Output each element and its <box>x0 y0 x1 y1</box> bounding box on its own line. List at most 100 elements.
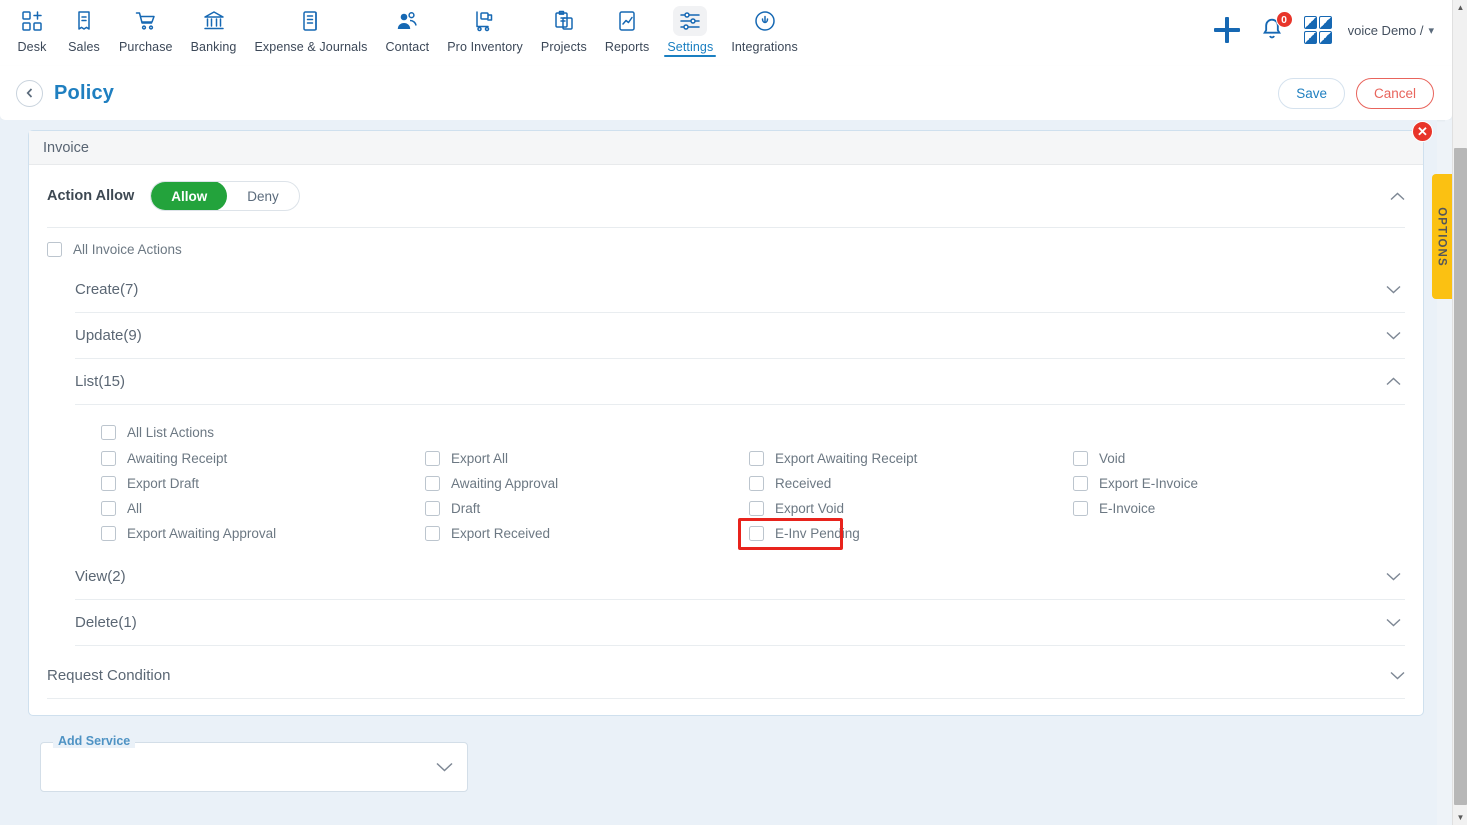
checkbox-item[interactable]: Export Void <box>723 501 1047 516</box>
all-list-actions-row[interactable]: All List Actions <box>75 419 1405 446</box>
checkbox-item[interactable]: Export Draft <box>75 476 399 491</box>
allow-deny-toggle[interactable]: Allow Deny <box>150 181 300 211</box>
save-button[interactable]: Save <box>1278 77 1345 109</box>
all-invoice-actions-row[interactable]: All Invoice Actions <box>29 228 1423 267</box>
action-checkbox[interactable] <box>101 526 116 541</box>
nav-item-projects[interactable]: Projects <box>532 0 596 54</box>
action-checkbox[interactable] <box>749 476 764 491</box>
chevron-down-icon[interactable] <box>1390 668 1405 683</box>
nav-item-purchase[interactable]: Purchase <box>110 0 182 54</box>
checkbox-item[interactable]: Export E-Invoice <box>1047 476 1371 491</box>
action-checkbox[interactable] <box>101 451 116 466</box>
nav-item-integrations[interactable]: Integrations <box>722 0 807 54</box>
receipt-icon <box>67 6 101 36</box>
request-condition-section: Request Condition <box>29 646 1423 699</box>
scrollbar-thumb[interactable] <box>1454 148 1467 805</box>
nav-item-label: Banking <box>190 40 237 54</box>
sidebar-item-request-condition[interactable]: Request Condition <box>47 652 1405 699</box>
section-header-create[interactable]: Create(7) <box>75 267 1405 313</box>
plug-power-icon <box>748 6 782 36</box>
chevron-down-icon[interactable] <box>436 759 453 775</box>
back-chevron-icon[interactable] <box>16 79 43 107</box>
top-navigation-bar: Desk Sales Purchase Banking Expense & Journa… <box>0 0 1452 66</box>
checkbox-item[interactable]: Void <box>1047 451 1371 466</box>
action-label: Export Received <box>451 526 551 541</box>
options-tab-label: OPTIONS <box>1436 206 1448 267</box>
checkbox-item[interactable]: Export Awaiting Approval <box>75 526 399 541</box>
nav-item-label: Settings <box>667 40 714 54</box>
add-service-label: Add Service <box>53 734 136 748</box>
account-menu[interactable]: voice Demo / ▾ <box>1348 23 1434 38</box>
section-header-update[interactable]: Update(9) <box>75 313 1405 359</box>
action-checkbox[interactable] <box>1073 501 1088 516</box>
checkbox-item[interactable]: E-Inv Pending <box>723 518 1047 550</box>
chevron-down-icon[interactable] <box>1386 569 1405 584</box>
add-service-select[interactable]: Add Service <box>40 734 468 792</box>
sliders-icon <box>673 6 708 36</box>
nav-item-reports[interactable]: Reports <box>596 0 658 54</box>
options-side-tab[interactable]: OPTIONS <box>1432 174 1452 299</box>
shopping-cart-icon <box>129 6 163 36</box>
deny-option[interactable]: Deny <box>227 182 299 210</box>
vertical-scrollbar[interactable]: ▲ ▼ <box>1452 0 1467 825</box>
action-label: Export Draft <box>127 476 200 491</box>
action-checkbox[interactable] <box>1073 476 1088 491</box>
grid-apps-icon[interactable] <box>1303 16 1332 44</box>
chevron-up-icon[interactable] <box>1386 374 1405 389</box>
list-actions-row: Awaiting Receipt Export All Export Awaitin… <box>75 446 1405 471</box>
section-header-list[interactable]: List(15) <box>75 359 1405 405</box>
chevron-down-icon[interactable] <box>1386 615 1405 630</box>
nav-item-sales[interactable]: Sales <box>58 0 110 54</box>
scroll-up-arrow-icon[interactable]: ▲ <box>1453 0 1467 15</box>
checkbox-item[interactable]: Awaiting Approval <box>399 476 723 491</box>
nav-item-label: Desk <box>17 40 47 54</box>
nav-item-pro-inventory[interactable]: Pro Inventory <box>438 0 532 54</box>
report-chart-icon <box>610 6 644 36</box>
section-title: Delete(1) <box>75 614 137 631</box>
action-checkbox[interactable] <box>749 501 764 516</box>
action-checkbox[interactable] <box>101 501 116 516</box>
nav-item-expense-journals[interactable]: Expense & Journals <box>245 0 376 54</box>
section-header-view[interactable]: View(2) <box>75 554 1405 600</box>
chevron-down-icon[interactable] <box>1386 328 1405 343</box>
chevron-up-icon[interactable] <box>1390 189 1409 204</box>
action-label: Received <box>775 476 832 491</box>
nav-item-desk[interactable]: Desk <box>6 0 58 54</box>
action-checkbox[interactable] <box>101 476 116 491</box>
nav-item-contact[interactable]: Contact <box>376 0 438 54</box>
checkbox-item[interactable]: Draft <box>399 501 723 516</box>
action-checkbox[interactable] <box>1073 451 1088 466</box>
all-list-actions-checkbox[interactable] <box>101 425 116 440</box>
action-checkbox[interactable] <box>425 526 440 541</box>
all-list-actions-label: All List Actions <box>127 425 215 440</box>
page-title: Policy <box>54 81 115 104</box>
action-checkbox[interactable] <box>749 451 764 466</box>
checkbox-item[interactable]: E-Invoice <box>1047 501 1371 516</box>
action-checkbox[interactable] <box>749 526 764 541</box>
section-title: View(2) <box>75 568 126 585</box>
action-checkbox[interactable] <box>425 476 440 491</box>
top-nav-right-actions: 0 voice Demo / ▾ <box>1212 0 1452 60</box>
cancel-button[interactable]: Cancel <box>1355 77 1434 109</box>
checkbox-item[interactable]: Export Awaiting Receipt <box>723 451 1047 466</box>
checkbox-item[interactable]: Export Received <box>399 526 723 541</box>
allow-option[interactable]: Allow <box>151 182 228 210</box>
action-checkbox[interactable] <box>425 501 440 516</box>
scroll-down-arrow-icon[interactable]: ▼ <box>1453 810 1467 825</box>
nav-item-banking[interactable]: Banking <box>182 0 246 54</box>
content-area: ✕ Invoice Action Allow Allow Deny All In… <box>0 120 1437 825</box>
add-plus-icon[interactable] <box>1212 15 1242 45</box>
checkbox-item[interactable]: Export All <box>399 451 723 466</box>
checkbox-item[interactable]: Received <box>723 476 1047 491</box>
close-icon[interactable]: ✕ <box>1412 121 1433 142</box>
checkbox-item[interactable]: All <box>75 501 399 516</box>
action-label: Export Void <box>775 501 845 516</box>
all-invoice-actions-checkbox[interactable] <box>47 242 62 257</box>
section-header-delete[interactable]: Delete(1) <box>75 600 1405 646</box>
action-label: Export Awaiting Approval <box>127 526 277 541</box>
notifications-button[interactable]: 0 <box>1258 11 1293 45</box>
action-checkbox[interactable] <box>425 451 440 466</box>
nav-item-settings[interactable]: Settings <box>658 0 722 57</box>
checkbox-item[interactable]: Awaiting Receipt <box>75 451 399 466</box>
chevron-down-icon[interactable] <box>1386 282 1405 297</box>
